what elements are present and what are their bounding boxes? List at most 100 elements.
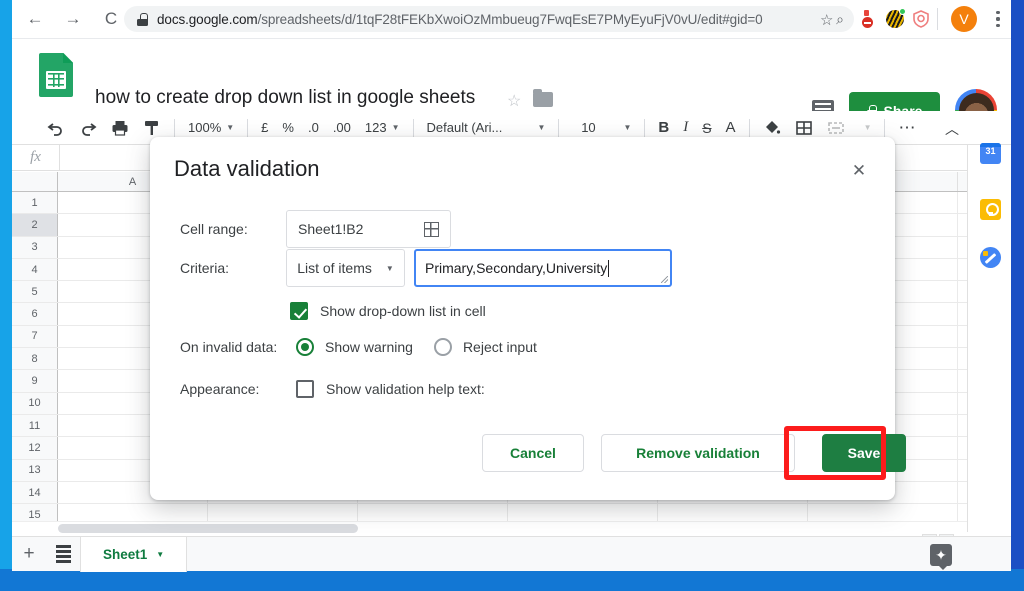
move-to-folder-icon[interactable] [533, 89, 553, 107]
chevron-down-icon[interactable]: ▼ [156, 550, 164, 559]
forward-icon[interactable]: → [58, 4, 88, 34]
chrome-menu-icon[interactable] [988, 8, 1008, 30]
items-input[interactable]: Primary,Secondary,University [414, 249, 672, 287]
tasks-icon[interactable] [980, 247, 1001, 268]
select-range-icon[interactable] [424, 221, 439, 237]
collapse-toolbar-icon[interactable]: ︿ [937, 115, 967, 143]
extension-icon-1[interactable] [860, 10, 878, 28]
fx-icon: fx [30, 149, 41, 165]
text-cursor [608, 259, 610, 277]
criteria-row: Criteria: List of items ▼ Primary,Second… [180, 249, 672, 287]
star-icon[interactable]: ☆ [507, 91, 521, 111]
cell-range-input[interactable]: Sheet1!B2 [286, 210, 451, 248]
row-header-5[interactable]: 5 [12, 281, 58, 303]
select-all-corner[interactable] [12, 172, 58, 191]
save-highlight-box [784, 426, 886, 480]
invalid-data-row: On invalid data: Show warning Reject inp… [180, 338, 537, 356]
extension-icon-2[interactable] [886, 8, 906, 28]
chevron-down-icon: ▼ [537, 123, 546, 132]
row-header-3[interactable]: 3 [12, 236, 58, 258]
items-value: Primary,Secondary,University [425, 260, 608, 276]
appearance-row: Appearance: Show validation help text: [180, 380, 485, 398]
profile-avatar[interactable]: V [951, 6, 977, 32]
criteria-label: Criteria: [180, 260, 230, 276]
address-bar[interactable]: docs.google.com/spreadsheets/d/1tqF28tFE… [124, 6, 854, 32]
dialog-title: Data validation [174, 156, 320, 181]
url-domain: docs.google.com [157, 11, 258, 27]
cell-range-row: Cell range: Sheet1!B2 [180, 210, 451, 248]
font-size-value: 10 [581, 120, 596, 135]
row-header-8[interactable]: 8 [12, 348, 58, 370]
browser-window: ← → C docs.google.com/spreadsheets/d/1tq… [12, 0, 1011, 572]
horizontal-scrollbar[interactable] [58, 524, 358, 533]
criteria-value: List of items [297, 260, 372, 276]
document-title[interactable]: how to create drop down list in google s… [95, 87, 475, 109]
sheets-header: how to create drop down list in google s… [12, 39, 1011, 137]
decor-right-border [1011, 0, 1024, 591]
back-icon[interactable]: ← [20, 4, 50, 34]
show-dropdown-row[interactable]: Show drop-down list in cell [290, 302, 486, 320]
row-header-12[interactable]: 12 [12, 437, 58, 459]
row-header-4[interactable]: 4 [12, 258, 58, 281]
extension-icon-3[interactable] [912, 10, 930, 28]
cancel-button[interactable]: Cancel [482, 434, 584, 472]
sheet-tab-bar: + Sheet1 ▼ [12, 536, 1011, 572]
decor-left-border [0, 0, 12, 591]
help-text-label: Show validation help text: [326, 381, 485, 397]
font-name: Default (Ari... [426, 120, 503, 135]
chevron-down-icon: ▼ [391, 123, 400, 132]
calendar-icon[interactable] [980, 143, 1001, 164]
reload-icon[interactable]: C [96, 4, 126, 34]
cell-range-value: Sheet1!B2 [298, 221, 364, 237]
show-dropdown-label: Show drop-down list in cell [320, 303, 486, 319]
invalid-data-label: On invalid data: [180, 339, 278, 355]
row-header-6[interactable]: 6 [12, 303, 58, 325]
lock-icon [137, 12, 148, 26]
chevron-down-icon: ▼ [226, 123, 235, 132]
criteria-select[interactable]: List of items ▼ [286, 249, 405, 287]
chevron-down-icon: ▼ [385, 263, 394, 273]
url-path: /spreadsheets/d/1tqF28tFEKbXwoiOzMmbueug… [257, 11, 763, 27]
row-header-2[interactable]: 2 [12, 214, 58, 236]
row-header-10[interactable]: 10 [12, 392, 58, 414]
cell-range-label: Cell range: [180, 221, 248, 237]
row-header-7[interactable]: 7 [12, 325, 58, 348]
row-header-13[interactable]: 13 [12, 459, 58, 481]
redo-icon[interactable] [72, 114, 104, 142]
bookmark-star-icon[interactable]: ☆ [820, 11, 833, 29]
chevron-down-icon: ▼ [623, 123, 632, 132]
show-warning-label: Show warning [325, 339, 413, 355]
reject-input-label: Reject input [462, 339, 537, 355]
close-icon[interactable]: ✕ [847, 159, 871, 183]
toolbar-divider [937, 8, 938, 30]
sheet-tab-label: Sheet1 [103, 546, 148, 562]
resize-grip-icon[interactable] [661, 276, 668, 283]
formula-divider [59, 144, 60, 171]
zoom-value: 100% [188, 120, 222, 135]
remove-validation-button[interactable]: Remove validation [601, 434, 795, 472]
appearance-label: Appearance: [180, 381, 260, 397]
add-sheet-icon[interactable]: + [12, 543, 46, 565]
chevron-down-icon: ▼ [863, 123, 872, 132]
data-validation-dialog: Data validation ✕ Cell range: Sheet1!B2 … [150, 137, 906, 500]
print-icon[interactable] [104, 114, 136, 142]
reject-input-radio[interactable] [433, 338, 452, 356]
sheets-logo-icon [39, 53, 73, 97]
row-header-11[interactable]: 11 [12, 414, 58, 437]
side-apps-rail: ❯ [967, 143, 1011, 556]
show-warning-radio[interactable] [296, 338, 314, 356]
more-toolbar-button[interactable]: ⋯ [891, 114, 923, 142]
show-dropdown-checkbox[interactable] [290, 302, 308, 320]
decor-bottom-border [0, 569, 1024, 591]
explore-icon[interactable]: ✦ [930, 544, 952, 570]
row-header-1[interactable]: 1 [12, 192, 58, 214]
sheet-tab-sheet1[interactable]: Sheet1 ▼ [80, 536, 188, 572]
row-header-14[interactable]: 14 [12, 481, 58, 504]
row-header-9[interactable]: 9 [12, 370, 58, 392]
help-text-checkbox[interactable] [296, 380, 314, 398]
browser-toolbar: ← → C docs.google.com/spreadsheets/d/1tq… [12, 0, 1011, 38]
screenshot-root: ← → C docs.google.com/spreadsheets/d/1tq… [0, 0, 1024, 591]
undo-icon[interactable] [40, 114, 72, 142]
keep-icon[interactable] [980, 199, 1001, 220]
all-sheets-icon[interactable] [46, 545, 80, 563]
